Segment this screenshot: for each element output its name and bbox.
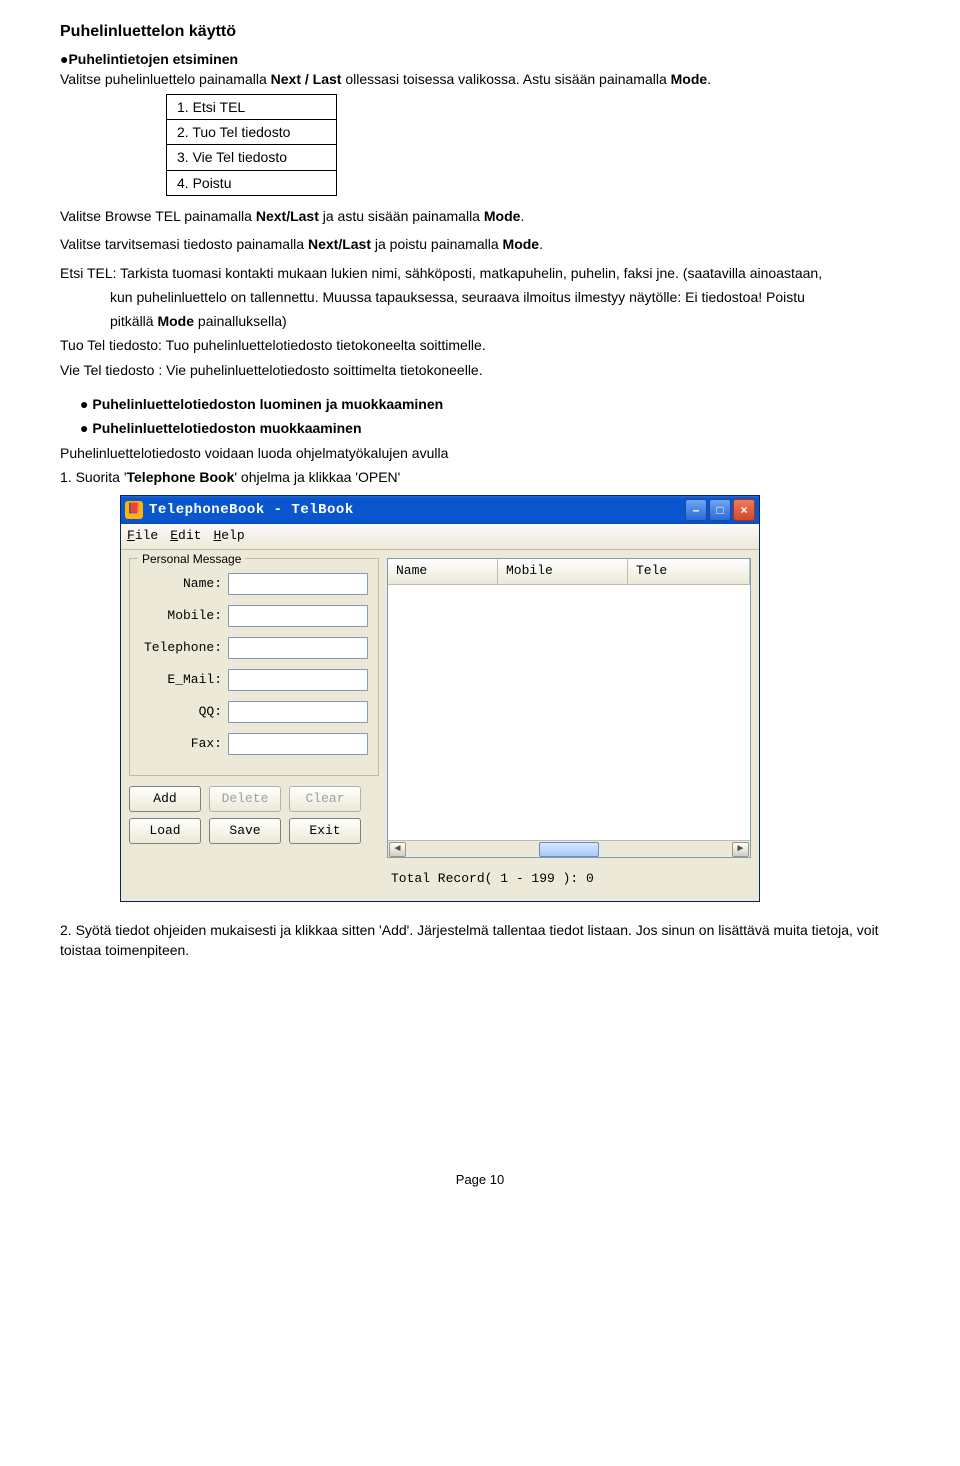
col-tele[interactable]: Tele	[628, 559, 750, 584]
p3-text: Valitse tarvitsemasi tiedosto painamalla	[60, 236, 308, 252]
label-telephone: Telephone:	[140, 639, 228, 658]
scroll-right-icon[interactable]: ►	[732, 842, 749, 857]
intro-text3: .	[707, 71, 711, 87]
bullet-edit: Puhelinluettelotiedoston muokkaaminen	[80, 418, 900, 438]
p4l3-text2: painalluksella)	[194, 313, 287, 329]
p2-bold2: Mode	[484, 208, 521, 224]
paragraph-5: Tuo Tel tiedosto: Tuo puhelinluettelotie…	[60, 335, 900, 355]
table-body	[388, 585, 750, 840]
save-button[interactable]: Save	[209, 818, 281, 844]
paragraph-7: Puhelinluettelotiedosto voidaan luoda oh…	[60, 443, 900, 463]
p2-text2: ja astu sisään painamalla	[319, 208, 484, 224]
menu-help[interactable]: Help	[213, 527, 244, 546]
p2-text3: .	[520, 208, 524, 224]
menu-item: 3. Vie Tel tiedosto	[167, 145, 337, 170]
titlebar: 📕 TelephoneBook - TelBook – □ ×	[121, 496, 759, 524]
menu-edit[interactable]: Edit	[170, 527, 201, 546]
email-input[interactable]	[228, 669, 368, 691]
paragraph-4-line1: Etsi TEL: Tarkista tuomasi kontakti muka…	[60, 263, 900, 283]
mobile-input[interactable]	[228, 605, 368, 627]
page-footer: Page 10	[60, 1171, 900, 1190]
p2-bold1: Next/Last	[256, 208, 319, 224]
page-heading: Puhelinluettelon käyttö	[60, 20, 900, 43]
label-mobile: Mobile:	[140, 607, 228, 626]
paragraph-4-line3: pitkällä Mode painalluksella)	[60, 311, 900, 331]
menu-item: 2. Tuo Tel tiedosto	[167, 120, 337, 145]
scroll-left-icon[interactable]: ◄	[389, 842, 406, 857]
label-qq: QQ:	[140, 703, 228, 722]
name-input[interactable]	[228, 573, 368, 595]
minimize-button[interactable]: –	[685, 499, 707, 521]
delete-button[interactable]: Delete	[209, 786, 281, 812]
p8-bold: Telephone Book	[127, 469, 235, 485]
personal-message-group: Personal Message Name: Mobile: Telephone…	[129, 558, 379, 776]
records-table: Name Mobile Tele ◄ ►	[387, 558, 751, 858]
label-name: Name:	[140, 575, 228, 594]
intro-paragraph: Valitse puhelinluettelo painamalla Next …	[60, 69, 900, 89]
intro-text2: ollessasi toisessa valikossa. Astu sisää…	[341, 71, 670, 87]
scroll-thumb[interactable]	[539, 842, 599, 857]
section-search-bullet: ●Puhelintietojen etsiminen	[60, 49, 900, 69]
paragraph-8: 1. Suorita 'Telephone Book' ohjelma ja k…	[60, 467, 900, 487]
paragraph-3: Valitse tarvitsemasi tiedosto painamalla…	[60, 234, 900, 254]
window-title: TelephoneBook - TelBook	[149, 500, 683, 520]
p4l3-text: pitkällä	[110, 313, 157, 329]
menu-item: 1. Etsi TEL	[167, 94, 337, 119]
device-menu-table: 1. Etsi TEL 2. Tuo Tel tiedosto 3. Vie T…	[166, 94, 337, 196]
label-fax: Fax:	[140, 735, 228, 754]
bullet-create-edit: Puhelinluettelotiedoston luominen ja muo…	[80, 394, 900, 414]
p3-bold1: Next/Last	[308, 236, 371, 252]
p4l3-bold: Mode	[157, 313, 194, 329]
qq-input[interactable]	[228, 701, 368, 723]
paragraph-9: 2. Syötä tiedot ohjeiden mukaisesti ja k…	[60, 920, 900, 961]
app-icon: 📕	[125, 501, 143, 519]
total-text: Total Record( 1 - 199 ):	[391, 871, 586, 886]
exit-button[interactable]: Exit	[289, 818, 361, 844]
total-value: 0	[586, 871, 594, 886]
group-title: Personal Message	[138, 551, 245, 568]
close-button[interactable]: ×	[733, 499, 755, 521]
telbook-window: 📕 TelephoneBook - TelBook – □ × File Edi…	[120, 495, 760, 902]
p3-text2: ja poistu painamalla	[371, 236, 503, 252]
paragraph-4-line2: kun puhelinluettelo on tallennettu. Muus…	[60, 287, 900, 307]
menu-file[interactable]: File	[127, 527, 158, 546]
menu-item: 4. Poistu	[167, 170, 337, 195]
col-mobile[interactable]: Mobile	[498, 559, 628, 584]
intro-text: Valitse puhelinluettelo painamalla	[60, 71, 271, 87]
p2-text: Valitse Browse TEL painamalla	[60, 208, 256, 224]
clear-button[interactable]: Clear	[289, 786, 361, 812]
load-button[interactable]: Load	[129, 818, 201, 844]
add-button[interactable]: Add	[129, 786, 201, 812]
col-name[interactable]: Name	[388, 559, 498, 584]
p8-text2: ' ohjelma ja klikkaa 'OPEN'	[234, 469, 400, 485]
p8-text: 1. Suorita '	[60, 469, 127, 485]
paragraph-2: Valitse Browse TEL painamalla Next/Last …	[60, 206, 900, 226]
menubar: File Edit Help	[121, 524, 759, 550]
horizontal-scrollbar[interactable]: ◄ ►	[388, 840, 750, 857]
maximize-button[interactable]: □	[709, 499, 731, 521]
p3-bold2: Mode	[503, 236, 540, 252]
intro-bold1: Next / Last	[271, 71, 342, 87]
total-record-label: Total Record( 1 - 199 ): 0	[387, 858, 751, 893]
paragraph-6: Vie Tel tiedosto : Vie puhelinluetteloti…	[60, 360, 900, 380]
telephone-input[interactable]	[228, 637, 368, 659]
p3-text3: .	[539, 236, 543, 252]
label-email: E_Mail:	[140, 671, 228, 690]
intro-bold2: Mode	[671, 71, 708, 87]
fax-input[interactable]	[228, 733, 368, 755]
